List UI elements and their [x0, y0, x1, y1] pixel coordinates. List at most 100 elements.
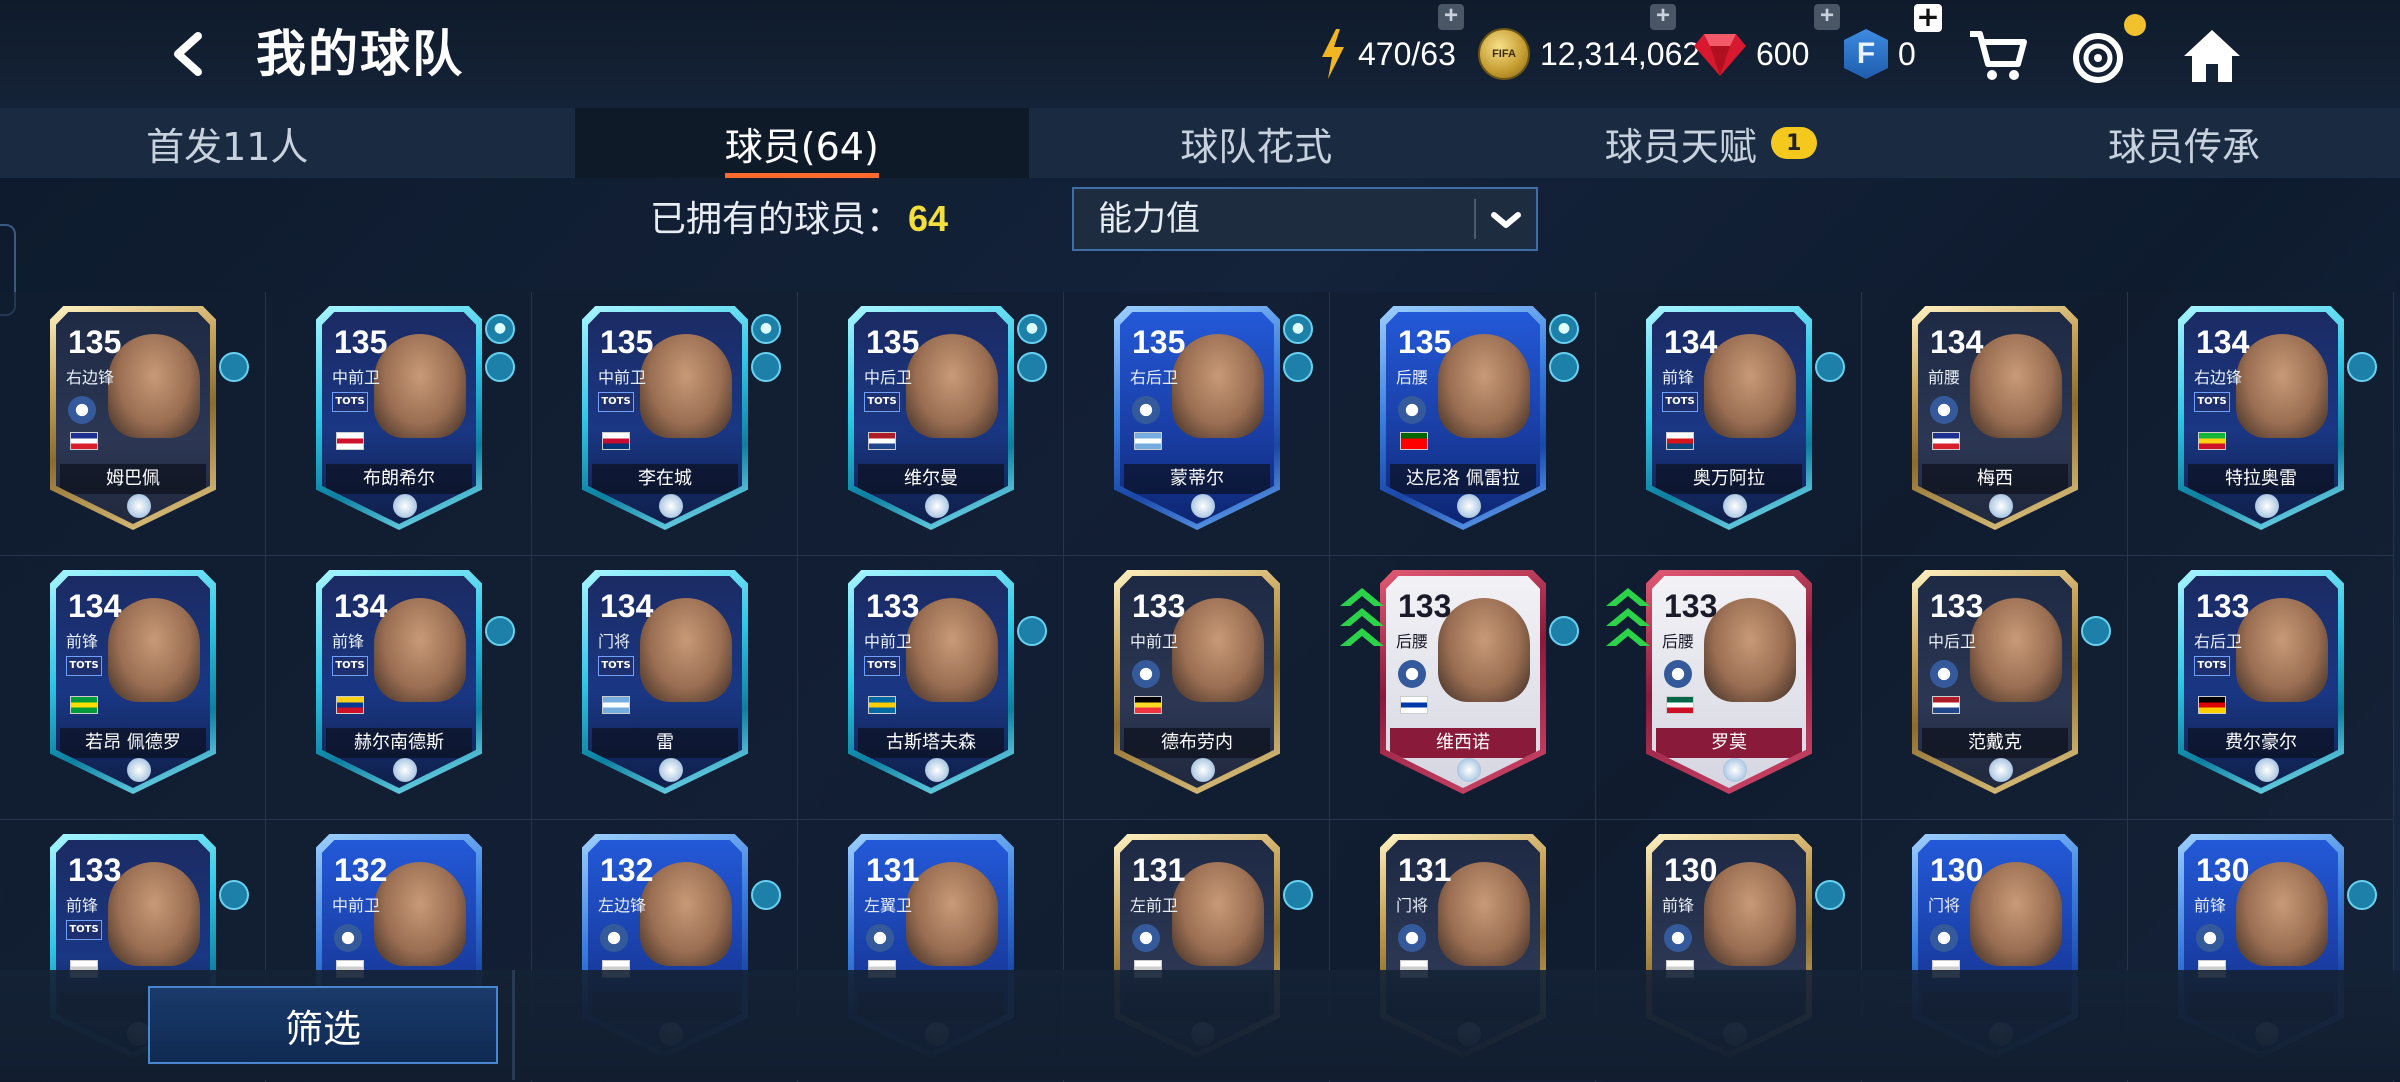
rank-gem-icon [1457, 494, 1481, 518]
jersey-icon[interactable] [485, 616, 515, 646]
tab-player-legacy[interactable]: 球员传承 [1938, 108, 2400, 178]
page-title: 我的球队 [256, 25, 464, 83]
player-cell[interactable]: 134 前腰 梅西 [1862, 292, 2128, 556]
player-card[interactable]: 134 右边锋 TOTS 特拉奥雷 [2178, 306, 2344, 530]
jersey-icon[interactable] [2347, 880, 2377, 910]
add-fifa-points-button[interactable]: + [1914, 3, 1942, 32]
jersey-icon[interactable] [1815, 352, 1845, 382]
add-energy-button[interactable]: + [1438, 4, 1464, 30]
tots-badge: TOTS [598, 392, 634, 412]
player-rating: 134 [334, 588, 388, 624]
card-background: 135 中后卫 TOTS 维尔曼 [854, 312, 1008, 524]
player-card[interactable]: 133 中前卫 德布劳内 [1114, 570, 1280, 794]
owned-label: 已拥有的球员： [650, 199, 903, 240]
nation-flag-icon [1932, 696, 1960, 714]
jersey-icon[interactable] [751, 352, 781, 382]
player-rating: 130 [2196, 852, 2250, 888]
player-cell[interactable]: 133 中前卫 TOTS 古斯塔夫森 [798, 556, 1064, 820]
nation-flag-icon [1932, 432, 1960, 450]
player-card[interactable]: 133 中前卫 TOTS 古斯塔夫森 [848, 570, 1014, 794]
club-crest-icon [1398, 396, 1426, 424]
player-cell[interactable]: 133 后腰 维西诺 [1330, 556, 1596, 820]
card-background: 133 后腰 罗莫 [1652, 576, 1806, 788]
player-rating: 130 [1664, 852, 1718, 888]
rank-gem-icon [1723, 494, 1747, 518]
player-portrait [1704, 598, 1796, 702]
jersey-icon[interactable] [1017, 616, 1047, 646]
add-gems-button[interactable]: + [1814, 4, 1840, 30]
card-background: 133 中前卫 德布劳内 [1120, 576, 1274, 788]
jersey-icon[interactable] [219, 352, 249, 382]
player-cell[interactable]: 133 右后卫 TOTS 费尔豪尔 [2128, 556, 2394, 820]
lock-icon: ● [1549, 314, 1579, 344]
player-cell[interactable]: 134 前锋 TOTS 赫尔南德斯 [266, 556, 532, 820]
tab-player-talents[interactable]: 球员天赋 1 [1484, 108, 1939, 178]
player-rating: 135 [1398, 324, 1452, 360]
player-cell[interactable]: 133 后腰 罗莫 [1596, 556, 1862, 820]
player-cell[interactable]: 135 中前卫 TOTS 布朗希尔 ● [266, 292, 532, 556]
player-card[interactable]: 134 前腰 梅西 [1912, 306, 2078, 530]
lock-icon: ● [485, 314, 515, 344]
rank-gem-icon [1989, 758, 2013, 782]
jersey-icon[interactable] [2347, 352, 2377, 382]
back-arrow-icon[interactable] [160, 22, 220, 86]
player-card[interactable]: 134 前锋 TOTS 奥万阿拉 [1646, 306, 1812, 530]
player-cell[interactable]: 133 中前卫 德布劳内 [1064, 556, 1330, 820]
player-card[interactable]: 133 后腰 罗莫 [1646, 570, 1812, 794]
player-card[interactable]: 134 前锋 TOTS 若昂 佩德罗 [50, 570, 216, 794]
player-cell[interactable]: 135 右边锋 姆巴佩 [0, 292, 266, 556]
player-card[interactable]: 135 中前卫 TOTS 布朗希尔 [316, 306, 482, 530]
player-position: 中前卫 [598, 368, 647, 387]
energy-value: 470/63 [1358, 35, 1456, 72]
player-cell[interactable]: 134 前锋 TOTS 奥万阿拉 [1596, 292, 1862, 556]
card-background: 135 后腰 达尼洛 佩雷拉 [1386, 312, 1540, 524]
player-card[interactable]: 135 右边锋 姆巴佩 [50, 306, 216, 530]
player-portrait [1172, 598, 1264, 702]
jersey-icon[interactable] [1549, 352, 1579, 382]
player-position: 门将 [598, 632, 631, 651]
target-icon[interactable] [2068, 28, 2132, 84]
player-name: 费尔豪尔 [2188, 728, 2334, 758]
jersey-icon[interactable] [1283, 352, 1313, 382]
filter-button[interactable]: 筛选 [148, 986, 498, 1064]
player-cell[interactable]: 135 中前卫 TOTS 李在城 ● [532, 292, 798, 556]
player-card[interactable]: 133 右后卫 TOTS 费尔豪尔 [2178, 570, 2344, 794]
player-cell[interactable]: 134 门将 TOTS 雷 [532, 556, 798, 820]
player-cell[interactable]: 134 右边锋 TOTS 特拉奥雷 [2128, 292, 2394, 556]
player-card[interactable]: 133 后腰 维西诺 [1380, 570, 1546, 794]
jersey-icon[interactable] [1549, 616, 1579, 646]
add-coins-button[interactable]: + [1650, 4, 1676, 30]
player-cell[interactable]: 135 中后卫 TOTS 维尔曼 ● [798, 292, 1064, 556]
player-card[interactable]: 135 后腰 达尼洛 佩雷拉 [1380, 306, 1546, 530]
tab-players[interactable]: 球员(64) [574, 108, 1030, 178]
coins-display: FIFA 12,314,062 + [1478, 4, 1700, 82]
jersey-icon[interactable] [219, 880, 249, 910]
tab-starting-eleven[interactable]: 首发11人 [0, 108, 575, 178]
tots-badge: TOTS [1662, 392, 1698, 412]
player-cell[interactable]: 135 后腰 达尼洛 佩雷拉 ● [1330, 292, 1596, 556]
player-card[interactable]: 135 中前卫 TOTS 李在城 [582, 306, 748, 530]
player-card[interactable]: 134 前锋 TOTS 赫尔南德斯 [316, 570, 482, 794]
jersey-icon[interactable] [1283, 880, 1313, 910]
nation-flag-icon [602, 432, 630, 450]
shopping-cart-icon[interactable] [1966, 28, 2030, 84]
player-cell[interactable]: 135 右后卫 蒙蒂尔 ● [1064, 292, 1330, 556]
player-card[interactable]: 133 中后卫 范戴克 [1912, 570, 2078, 794]
tab-team-skills[interactable]: 球队花式 [1029, 108, 1484, 178]
player-cell[interactable]: 133 中后卫 范戴克 [1862, 556, 2128, 820]
jersey-icon[interactable] [1815, 880, 1845, 910]
club-crest-icon [1664, 924, 1692, 952]
jersey-icon[interactable] [485, 352, 515, 382]
player-cell[interactable]: 134 前锋 TOTS 若昂 佩德罗 [0, 556, 266, 820]
card-background: 133 后腰 维西诺 [1386, 576, 1540, 788]
home-icon[interactable] [2180, 28, 2244, 84]
player-card[interactable]: 135 中后卫 TOTS 维尔曼 [848, 306, 1014, 530]
jersey-icon[interactable] [2081, 616, 2111, 646]
jersey-icon[interactable] [751, 880, 781, 910]
player-name: 雷 [592, 728, 738, 758]
sort-dropdown[interactable]: 能力值 [1072, 187, 1538, 251]
player-portrait [1970, 598, 2062, 702]
player-card[interactable]: 135 右后卫 蒙蒂尔 [1114, 306, 1280, 530]
jersey-icon[interactable] [1017, 352, 1047, 382]
player-card[interactable]: 134 门将 TOTS 雷 [582, 570, 748, 794]
